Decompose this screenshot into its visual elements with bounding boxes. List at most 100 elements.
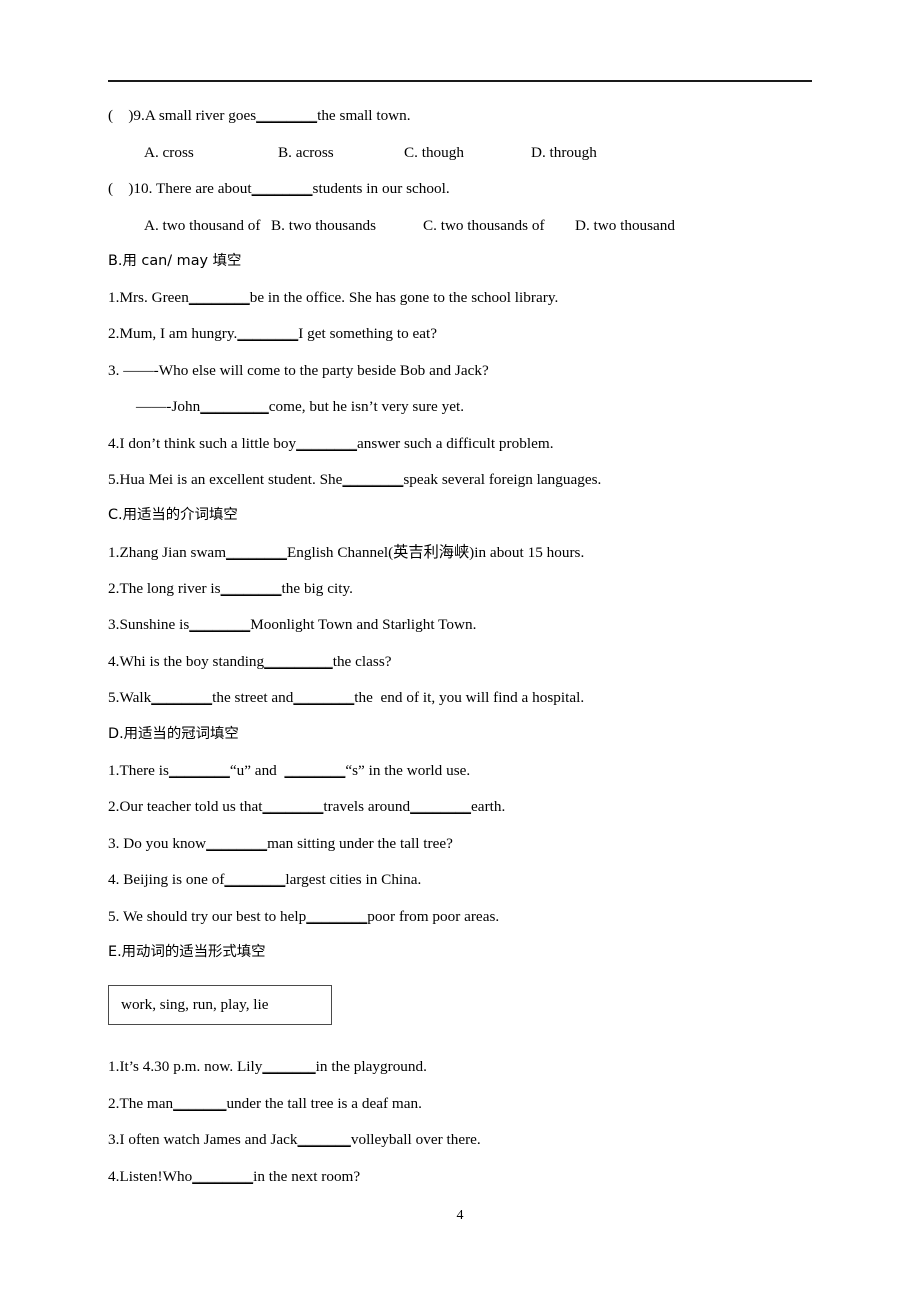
item-text-after: Moonlight Town and Starlight Town. [250, 616, 477, 634]
item-text-after: under the tall tree is a deaf man. [226, 1094, 422, 1112]
fill-in-item: 3.Sunshine is________Moonlight Town and … [108, 617, 868, 653]
question-stem: There are about [152, 179, 252, 197]
item-text-before: Zhang Jian swam [119, 543, 227, 561]
answer-blank[interactable]: ________ [262, 798, 323, 815]
option-d[interactable]: D. through [531, 144, 597, 162]
item-number: 3. [108, 834, 124, 852]
item-text-before: It’s 4.30 p.m. now. Lily [119, 1058, 263, 1076]
section-heading-d: D.用适当的冠词填空 [108, 725, 239, 742]
fill-in-item: 2.The man_______under the tall tree is a… [108, 1096, 868, 1132]
answer-blank[interactable]: ________ [306, 908, 367, 925]
item-text-before: Mum, I am hungry. [119, 325, 238, 343]
item-text-after: come, but he isn’t very sure yet. [268, 398, 465, 416]
answer-blank[interactable]: ________ [224, 871, 285, 888]
item-number: 1. [108, 1058, 120, 1076]
option-a[interactable]: A. two thousand of [144, 217, 260, 235]
answer-blank[interactable]: ________ [226, 544, 287, 561]
answer-blank-second[interactable]: ________ [284, 762, 345, 779]
item-text-after: earth. [471, 798, 506, 816]
worksheet-page: ( )9.A small river goes________the small… [0, 0, 920, 1302]
fill-in-item: 2.Our teacher told us that________travel… [108, 799, 868, 835]
option-b[interactable]: B. two thousands [271, 217, 376, 235]
item-number: 4. [108, 1167, 120, 1185]
item-text-before: The long river is [119, 580, 221, 598]
fill-in-item: 4.Listen!Who________in the next room? [108, 1167, 868, 1205]
answer-blank[interactable]: _______ [173, 1095, 226, 1112]
question-row: ( )10. There are about________students i… [108, 181, 868, 217]
answer-blank[interactable]: ________ [342, 471, 403, 488]
answer-blank[interactable]: _________ [264, 653, 333, 670]
answer-blank[interactable]: ________ [237, 325, 298, 342]
item-text-after: be in the office. She has gone to the sc… [249, 288, 559, 306]
fill-in-item: 4. Beijing is one of________largest citi… [108, 872, 868, 908]
answer-blank[interactable]: ________ [189, 289, 250, 306]
item-text-after: in the next room? [253, 1167, 361, 1185]
header-rule [108, 80, 812, 82]
item-text-before: Listen!Who [119, 1167, 193, 1185]
answer-blank[interactable]: ________ [252, 180, 313, 197]
fill-in-item: 2.The long river is________the big city. [108, 581, 868, 617]
fill-in-item: 1.It’s 4.30 p.m. now. Lily_______in the … [108, 1059, 868, 1095]
fill-in-item: 3. Do you know________man sitting under … [108, 836, 868, 872]
item-text-mid: travels around [323, 798, 411, 816]
item-number: 2. [108, 580, 120, 598]
answer-blank[interactable]: ________ [151, 689, 212, 706]
answer-blank[interactable]: ________ [206, 835, 267, 852]
item-text-before: We should try our best to help [122, 907, 307, 925]
fill-in-item: 3. ——-Who else will come to the party be… [108, 363, 868, 399]
answer-blank-second[interactable]: ________ [410, 798, 471, 815]
answer-blank-second[interactable]: ________ [293, 689, 354, 706]
item-number: 2. [108, 325, 120, 343]
item-number: 4. [108, 434, 120, 452]
answer-blank[interactable]: _______ [262, 1058, 315, 1075]
option-c[interactable]: C. two thousands of [423, 217, 545, 235]
item-text-after: volleyball over there. [350, 1131, 481, 1149]
answer-blank[interactable]: ________ [189, 616, 250, 633]
fill-in-item: 1.There is________“u” and ________“s” in… [108, 763, 868, 799]
answer-blank[interactable]: ________ [169, 762, 230, 779]
item-text-before: I often watch James and Jack [119, 1131, 298, 1149]
option-b[interactable]: B. across [278, 144, 334, 162]
item-text-before: Beijing is one of [123, 871, 225, 889]
question-row: ( )9.A small river goes________the small… [108, 108, 868, 144]
item-number: 3. [108, 1131, 120, 1149]
section-heading-e: E.用动词的适当形式填空 [108, 943, 266, 960]
fill-in-item: 4.Whi is the boy standing_________the cl… [108, 654, 868, 690]
page-content: ( )9.A small river goes________the small… [108, 108, 868, 1205]
item-text-before: Do you know [123, 834, 207, 852]
answer-blank[interactable]: ________ [192, 1168, 253, 1185]
fill-in-item: 1.Mrs. Green________be in the office. Sh… [108, 290, 868, 326]
option-a[interactable]: A. cross [144, 144, 194, 162]
item-number: 1. [108, 543, 120, 561]
item-number: 2. [108, 798, 120, 816]
item-text-after: largest cities in China. [285, 871, 422, 889]
option-d[interactable]: D. two thousand [575, 217, 675, 235]
answer-blank[interactable]: _________ [200, 398, 269, 415]
answer-blank[interactable]: _______ [298, 1131, 351, 1148]
option-c[interactable]: C. though [404, 144, 464, 162]
item-number: 1. [108, 288, 120, 306]
item-text-after: poor from poor areas. [367, 907, 500, 925]
item-text-before: Sunshine is [119, 616, 190, 634]
word-bank-text: work, sing, run, play, lie [121, 996, 269, 1014]
item-number: 5. [108, 470, 120, 488]
fill-in-item-continuation: ——-John_________come, but he isn’t very … [108, 399, 868, 435]
option-row: A. two thousand of B. two thousands C. t… [108, 217, 868, 253]
answer-blank[interactable]: ________ [256, 107, 317, 124]
section-heading-c: C.用适当的介词填空 [108, 507, 238, 524]
item-text-before: ——-Who else will come to the party besid… [123, 361, 489, 379]
item-text-before: Walk [119, 689, 152, 707]
fill-in-item: 3.I often watch James and Jack_______vol… [108, 1132, 868, 1168]
answer-blank[interactable]: ________ [296, 435, 357, 452]
item-text-after: answer such a difficult problem. [357, 434, 554, 452]
item-text-after: I get something to eat? [298, 325, 438, 343]
fill-in-item: 5.Hua Mei is an excellent student. She__… [108, 472, 868, 508]
fill-in-item: 1.Zhang Jian swam________English Channel… [108, 545, 868, 581]
question-stem-tail: the small town. [317, 107, 411, 124]
item-number: 1. [108, 762, 120, 780]
answer-blank[interactable]: ________ [221, 580, 282, 597]
item-number: 5. [108, 689, 120, 707]
item-number: 3. [108, 361, 124, 379]
item-text-before: ——-John [136, 398, 201, 416]
